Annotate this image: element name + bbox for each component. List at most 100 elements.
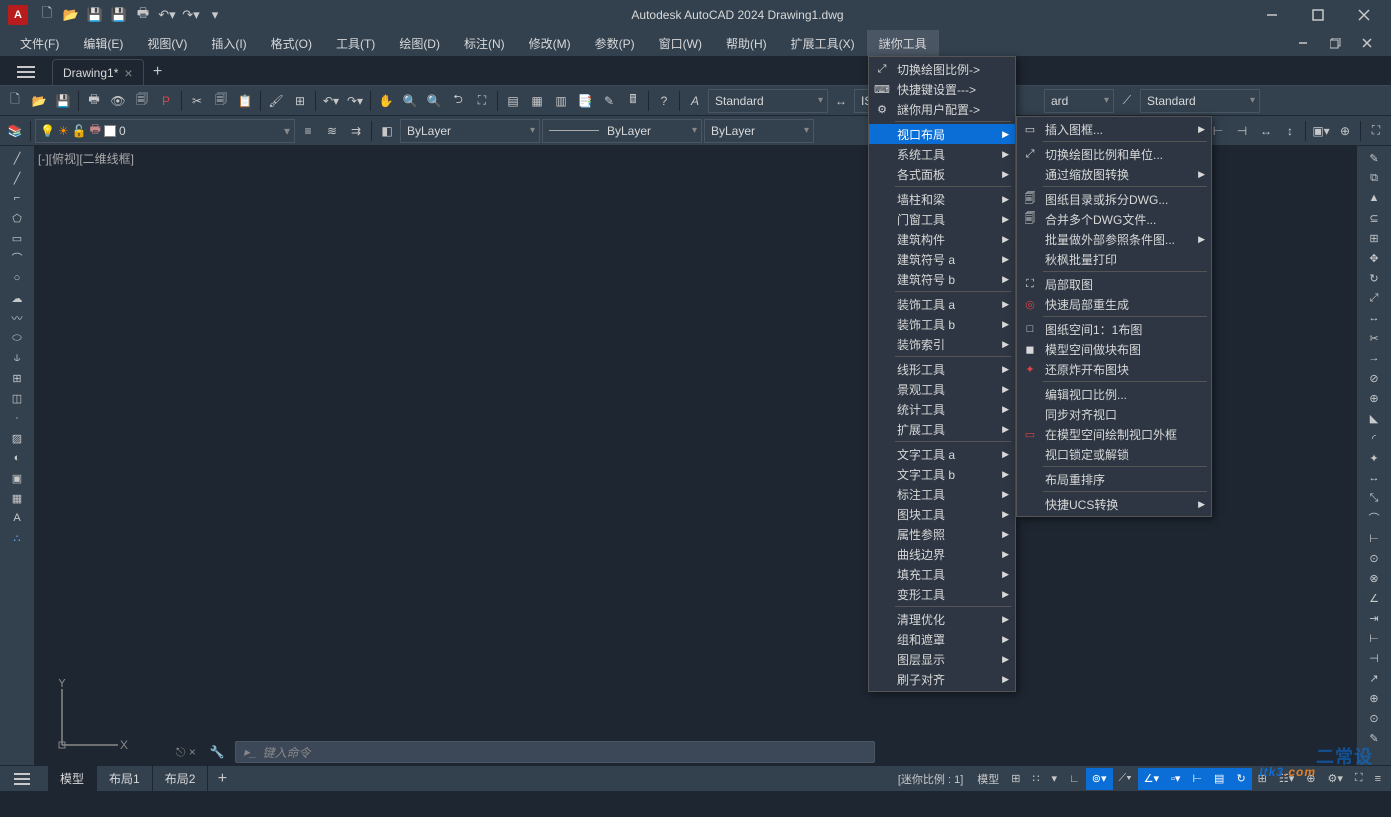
cut-icon[interactable]: ✂	[186, 90, 208, 112]
trim-icon[interactable]: ✂	[1362, 328, 1386, 348]
viewport2-icon[interactable]: ⊕	[1334, 120, 1356, 142]
menu-system-tools[interactable]: 系统工具▶	[869, 144, 1015, 164]
new-tab-button[interactable]: +	[144, 59, 172, 85]
ellipse-icon[interactable]: ⬭	[5, 328, 29, 348]
status-cust-icon[interactable]: ≡	[1369, 768, 1387, 790]
menu-extend[interactable]: 扩展工具(X)	[779, 30, 867, 56]
extend-icon[interactable]: →	[1362, 348, 1386, 368]
text-style-icon[interactable]: A	[684, 90, 706, 112]
mtext-icon[interactable]: A	[5, 508, 29, 528]
menu-modify[interactable]: 修改(M)	[517, 30, 583, 56]
text-style-dropdown[interactable]: Standard	[708, 89, 828, 113]
block-icon[interactable]: ⊞	[289, 90, 311, 112]
dim-base-icon[interactable]: ⊢	[1362, 628, 1386, 648]
xline-icon[interactable]: ╱	[5, 168, 29, 188]
circle-icon[interactable]: ○	[5, 268, 29, 288]
sub-switch-scale-unit[interactable]: ⤢切换绘图比例和单位...	[1017, 144, 1211, 164]
viewport-icon[interactable]: ▣▾	[1310, 120, 1332, 142]
status-full-icon[interactable]: ⛶	[1349, 768, 1369, 790]
menu-view[interactable]: 视图(V)	[135, 30, 199, 56]
zoom-ext-icon[interactable]: ⛶	[471, 90, 493, 112]
redo-drop-icon[interactable]: ↷▾	[344, 90, 366, 112]
menu-stats[interactable]: 统计工具▶	[869, 399, 1015, 419]
linetype-dropdown[interactable]: ByLayer	[400, 119, 540, 143]
menu-draw[interactable]: 绘图(D)	[387, 30, 452, 56]
add-layout-button[interactable]: +	[208, 766, 236, 792]
pline-icon[interactable]: ⌐	[5, 188, 29, 208]
layer-dropdown[interactable]: 💡 ☀ 🔓 🖶 0 ▾	[35, 119, 295, 143]
save-icon[interactable]: 💾	[84, 4, 106, 26]
close-button[interactable]	[1341, 0, 1387, 30]
line-icon[interactable]: ╱	[5, 148, 29, 168]
sheet-icon[interactable]: 📑	[574, 90, 596, 112]
print-icon[interactable]: 🖶	[132, 4, 154, 26]
chamfer-icon[interactable]: ◣	[1362, 408, 1386, 428]
status-osnap-icon[interactable]: ∠▾	[1138, 768, 1165, 790]
save-icon[interactable]: 💾	[52, 90, 74, 112]
dim-dia-icon[interactable]: ⊗	[1362, 568, 1386, 588]
insert-icon[interactable]: ⊞	[5, 368, 29, 388]
menu-deco-b[interactable]: 装饰工具 b▶	[869, 314, 1015, 334]
makeblock-icon[interactable]: ◫	[5, 388, 29, 408]
menu-landscape[interactable]: 景观工具▶	[869, 379, 1015, 399]
menu-format[interactable]: 格式(O)	[259, 30, 324, 56]
menu-group-mask[interactable]: 组和遮罩▶	[869, 629, 1015, 649]
sub-restore-explode[interactable]: ✦还原炸开布图块	[1017, 359, 1211, 379]
zoom-prev-icon[interactable]: ⮌	[447, 90, 469, 112]
dim-style-icon[interactable]: ↔	[830, 90, 852, 112]
ml-style-dropdown[interactable]: Standard	[1140, 89, 1260, 113]
menu-viewport-layout[interactable]: 视口布局▶	[869, 124, 1015, 144]
sub-layout-reorder[interactable]: 布局重排序	[1017, 469, 1211, 489]
dim-radius-icon[interactable]: ⊙	[1362, 548, 1386, 568]
menu-line-tools[interactable]: 线形工具▶	[869, 359, 1015, 379]
status-model-button[interactable]: 模型	[971, 768, 1005, 790]
doc-restore-button[interactable]	[1319, 30, 1351, 56]
open-file-icon[interactable]: 📂	[60, 4, 82, 26]
menu-switch-scale[interactable]: ⤢切换绘图比例->	[869, 59, 1015, 79]
sub-draw-vp-frame[interactable]: ▭在模型空间绘制视口外框	[1017, 424, 1211, 444]
layer-match-icon[interactable]: ⇉	[345, 120, 367, 142]
dim-ord-icon[interactable]: ⊢	[1362, 528, 1386, 548]
menu-tools[interactable]: 工具(T)	[324, 30, 387, 56]
menu-dim-tools[interactable]: 标注工具▶	[869, 484, 1015, 504]
sub-sync-align-vp[interactable]: 同步对齐视口	[1017, 404, 1211, 424]
menu-param[interactable]: 参数(P)	[583, 30, 647, 56]
viewport-label[interactable]: [-][俯视][二维线框]	[38, 150, 134, 167]
sub-batch-xref[interactable]: 批量做外部参照条件图...▶	[1017, 229, 1211, 249]
menu-user-config[interactable]: ⚙謎你用户配置->	[869, 99, 1015, 119]
layout-tab-2[interactable]: 布局2	[153, 766, 209, 791]
menu-layer-display[interactable]: 图层显示▶	[869, 649, 1015, 669]
menu-building-comp[interactable]: 建筑构件▶	[869, 229, 1015, 249]
ml-style-icon[interactable]: ⟋	[1116, 90, 1138, 112]
mirror-icon[interactable]: ▲	[1362, 188, 1386, 208]
status-grid-icon[interactable]: ⊞	[1005, 768, 1026, 790]
menu-wall-beam[interactable]: 墙柱和梁▶	[869, 189, 1015, 209]
menu-building-sym-a[interactable]: 建筑符号 a▶	[869, 249, 1015, 269]
dim-cont-icon[interactable]: ⊣	[1362, 648, 1386, 668]
spline-icon[interactable]: 〰	[5, 308, 29, 328]
center-mark-icon[interactable]: ⊙	[1362, 708, 1386, 728]
menu-panels[interactable]: 各式面板▶	[869, 164, 1015, 184]
menu-text-a[interactable]: 文字工具 a▶	[869, 444, 1015, 464]
add-sel-icon[interactable]: ∴	[5, 528, 29, 548]
ellipse-arc-icon[interactable]: ⫝	[5, 348, 29, 368]
help-icon[interactable]: ?	[653, 90, 675, 112]
status-ann-icon[interactable]: ⊕	[1300, 768, 1321, 790]
leader-icon[interactable]: ↗	[1362, 668, 1386, 688]
layout-tab-1[interactable]: 布局1	[97, 766, 153, 791]
status-cyc-icon[interactable]: ↻	[1230, 768, 1251, 790]
status-ws-icon[interactable]: ⚙▾	[1321, 768, 1348, 790]
menu-brush-align[interactable]: 刷子对齐▶	[869, 669, 1015, 689]
copy-icon[interactable]: 🗐	[210, 90, 232, 112]
dim-aligned-icon[interactable]: ⤡	[1362, 488, 1386, 508]
maximize-button[interactable]	[1295, 0, 1341, 30]
palette-icon[interactable]: ▥	[550, 90, 572, 112]
menu-deco-index[interactable]: 装饰索引▶	[869, 334, 1015, 354]
table-style-dropdown[interactable]: ard	[1044, 89, 1114, 113]
sub-quick-regen[interactable]: ◎快速局部重生成	[1017, 294, 1211, 314]
start-menu-button[interactable]	[8, 59, 44, 85]
color-picker-icon[interactable]: ◧	[376, 120, 398, 142]
menu-help[interactable]: 帮助(H)	[714, 30, 779, 56]
markup-icon[interactable]: ✎	[598, 90, 620, 112]
print-icon[interactable]: 🖶	[83, 90, 105, 112]
